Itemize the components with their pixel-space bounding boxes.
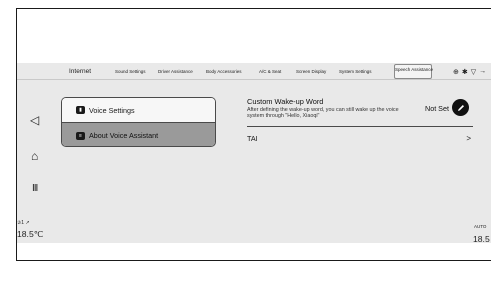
tab-internet[interactable]: Internet: [69, 63, 91, 80]
right-temperature[interactable]: 18.5: [473, 234, 490, 244]
location-icon: ⊕: [453, 68, 459, 76]
apps-icon[interactable]: III: [32, 183, 38, 194]
divider: [247, 126, 473, 127]
tai-row[interactable]: TAI >: [247, 134, 473, 143]
climate-auto-label[interactable]: AUTO: [474, 224, 486, 229]
menu-item-about-voice-assistant[interactable]: ≡ About Voice Assistant: [62, 123, 215, 146]
voice-menu-panel: ▮ Voice Settings ≡ About Voice Assistant: [61, 97, 216, 147]
signal-icon: →: [479, 68, 487, 75]
device-frame: Internet Sound Settings Driver Assistanc…: [0, 0, 491, 298]
frame-top-border: [16, 8, 491, 9]
home-icon[interactable]: ⌂: [31, 149, 38, 163]
tab-body-accessories[interactable]: Body Accessories: [206, 63, 242, 80]
back-icon[interactable]: ◁: [30, 113, 39, 127]
tab-driver-assistance[interactable]: Driver Assistance: [158, 63, 193, 80]
wake-word-settings: Custom Wake-up Word After defining the w…: [247, 97, 473, 143]
pencil-icon: [457, 104, 464, 111]
bluetooth-icon: ✱: [461, 68, 468, 76]
infotainment-screen: Internet Sound Settings Driver Assistanc…: [17, 63, 491, 244]
left-fan-indicator[interactable]: ✰1 ↗: [17, 220, 30, 226]
menu-item-voice-settings[interactable]: ▮ Voice Settings: [62, 98, 215, 123]
tab-ac-seat[interactable]: A/C & Seat: [259, 63, 281, 80]
left-temperature[interactable]: 18.5℃: [17, 229, 43, 240]
tai-label: TAI: [247, 134, 258, 143]
wake-word-description: After defining the wake-up word, you can…: [247, 107, 399, 120]
menu-item-label: Voice Settings: [89, 105, 135, 115]
edit-wake-word-button[interactable]: [452, 99, 469, 116]
tab-screen-display[interactable]: Screen Display: [296, 63, 326, 80]
settings-tab-bar: Internet Sound Settings Driver Assistanc…: [17, 63, 491, 80]
tab-system-settings[interactable]: System Settings: [339, 63, 372, 80]
microphone-icon: ▮: [76, 106, 85, 114]
wifi-icon: ▽: [470, 68, 477, 76]
chat-icon: ≡: [76, 131, 85, 140]
status-icons: ⊕ ✱ ▽ →: [453, 66, 486, 77]
menu-item-label: About Voice Assistant: [89, 131, 159, 140]
chevron-right-icon: >: [466, 134, 471, 143]
tab-speech-assistance[interactable]: Speech Assistance: [394, 64, 433, 79]
wake-word-status: Not Set: [425, 104, 449, 113]
tab-sound-settings[interactable]: Sound Settings: [115, 63, 146, 80]
frame-bottom-border: [16, 260, 491, 261]
